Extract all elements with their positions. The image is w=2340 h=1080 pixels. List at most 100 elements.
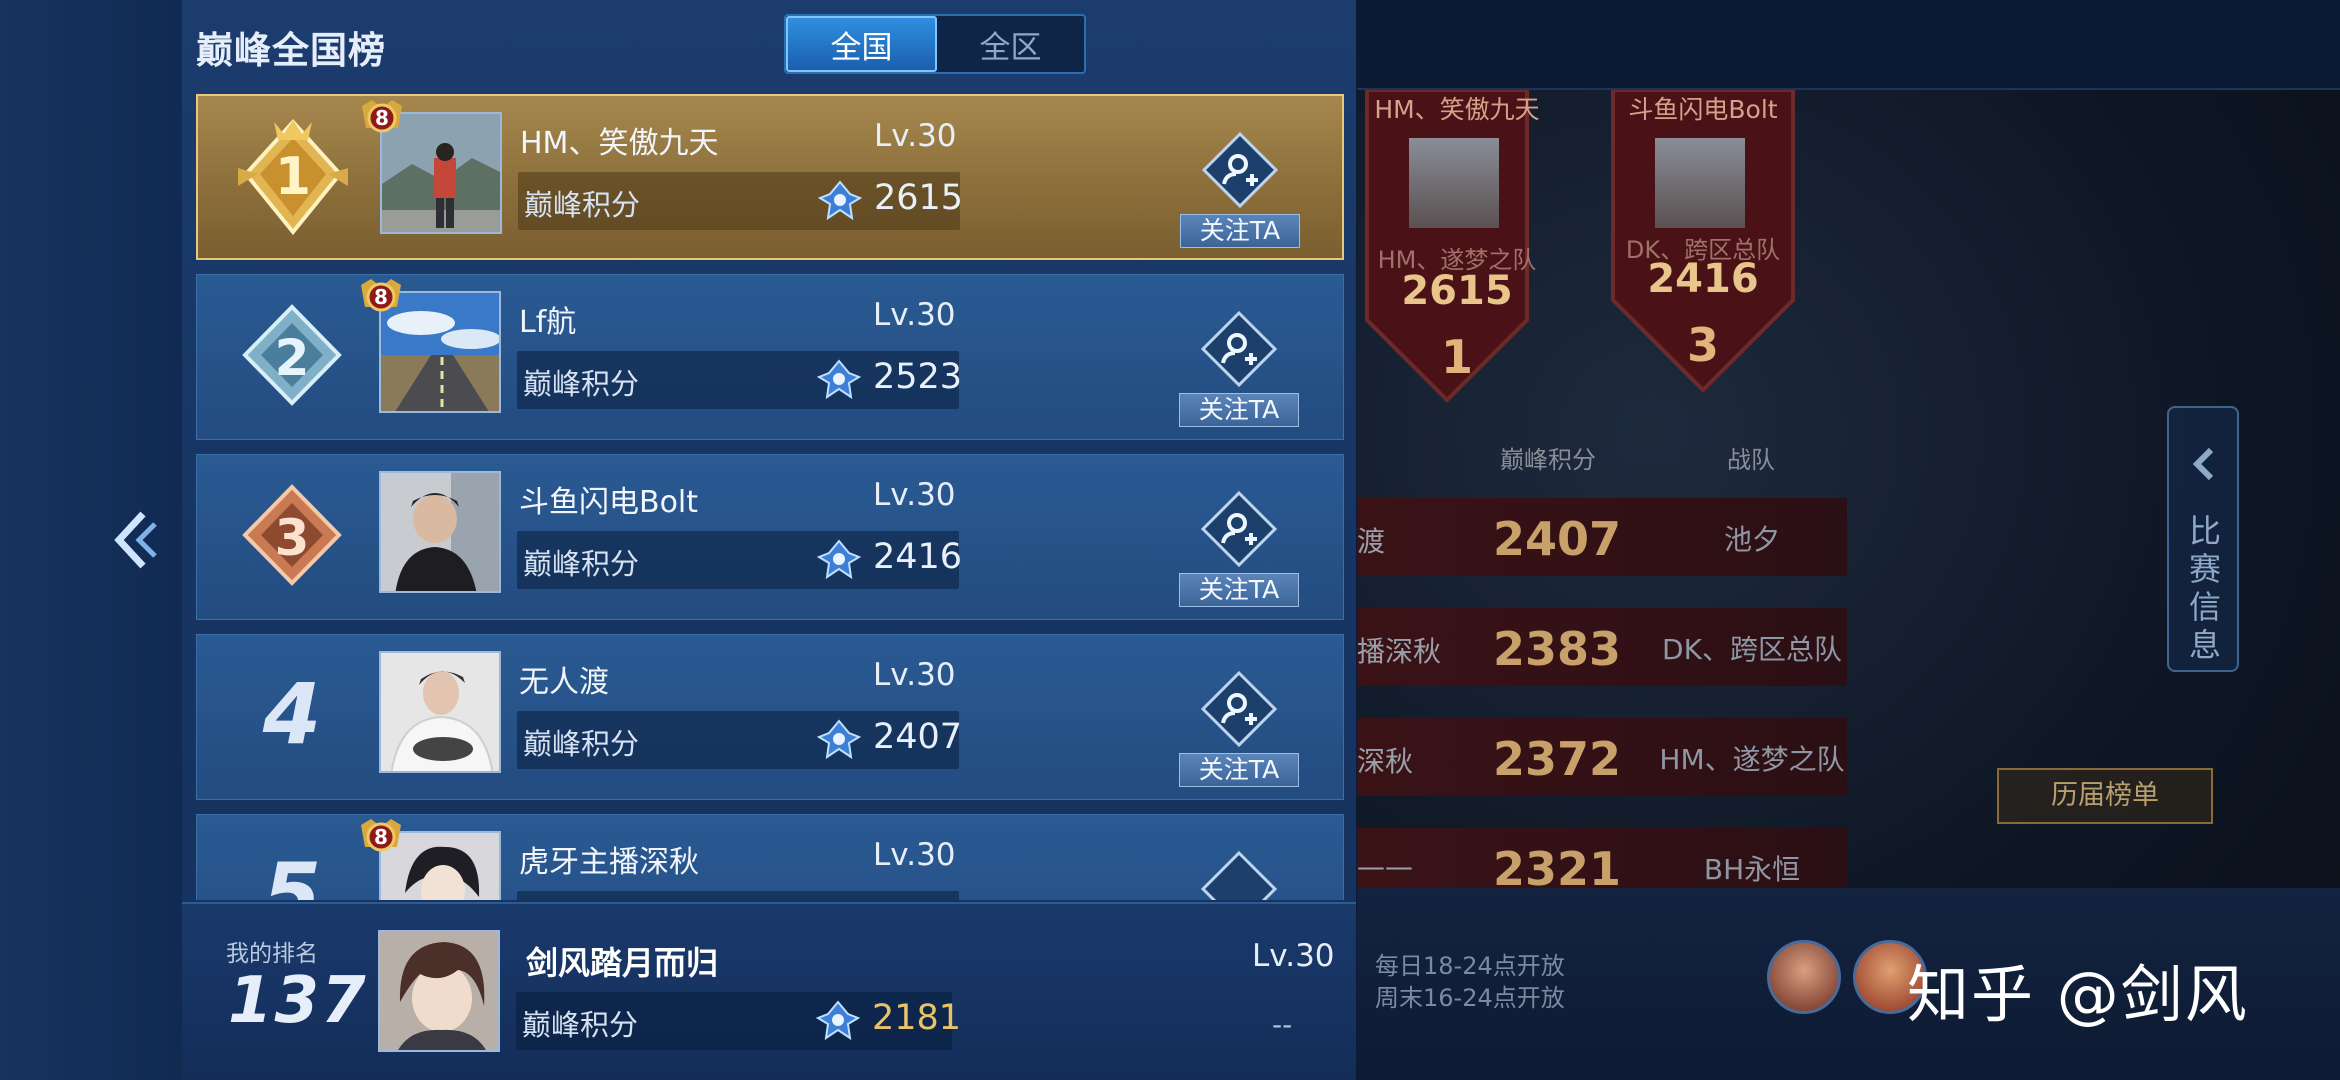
- bg-header-team: 战队: [1727, 446, 1775, 474]
- score-value: 2416: [873, 537, 963, 577]
- player-name: 虎牙主播深秋: [519, 845, 699, 880]
- banner-rank: 1: [1440, 330, 1473, 384]
- hero-avatar-icon[interactable]: [1767, 940, 1841, 1014]
- bg-header-score: 巅峰积分: [1500, 446, 1596, 474]
- bg-team: HM、遂梦之队: [1659, 743, 1845, 776]
- follow-label: 关注TA: [1180, 214, 1300, 248]
- my-rank-number: 137: [228, 964, 368, 1038]
- peak-star-icon: [818, 180, 862, 221]
- rank-badge-number: 1: [275, 147, 311, 207]
- bg-team: BH永恒: [1703, 853, 1801, 886]
- banner-score: 2416: [1647, 256, 1759, 302]
- follow-button[interactable]: 关注TA: [1179, 311, 1299, 441]
- bg-score: 2372: [1493, 732, 1622, 786]
- rank-number: 5: [262, 845, 322, 900]
- player-level: Lv.30: [874, 118, 957, 154]
- panel-title: 巅峰全国榜: [196, 29, 386, 72]
- peak-star-icon: [816, 1000, 860, 1041]
- tab-national[interactable]: 全国: [786, 16, 937, 72]
- score-box: 巅峰积分 2523: [517, 351, 962, 409]
- follow-add-user-icon: [1202, 132, 1278, 208]
- player-name: 无人渡: [519, 665, 609, 700]
- back-arrow-button[interactable]: [110, 505, 160, 575]
- match-info-tab[interactable]: 比赛信息: [2167, 406, 2239, 672]
- rank-number: 4: [262, 665, 322, 763]
- ranking-row[interactable]: 2 8 Lf航 Lv.30 巅峰积分 2523 关注TA: [196, 274, 1344, 440]
- level-chip-icon: 8: [357, 277, 405, 317]
- my-player-name: 剑风踏月而归: [526, 944, 719, 982]
- rank-badge-number: 3: [275, 509, 310, 567]
- banner-photo: [1409, 138, 1499, 228]
- peak-star-icon: [817, 539, 861, 580]
- bg-name: 深秋: [1357, 745, 1414, 778]
- follow-add-user-icon: [1201, 491, 1277, 567]
- my-score-box: 巅峰积分 2181: [516, 992, 961, 1050]
- bg-row: 播深秋 2383 DK、跨区总队: [1357, 608, 1847, 686]
- score-label: 巅峰积分: [524, 188, 641, 222]
- background-leaderboard: HM、笑傲九天 HM、遂梦之队 2615 1 斗鱼闪电Bolt DK、跨区总队 …: [1357, 0, 2340, 1080]
- follow-label: 关注TA: [1179, 393, 1299, 427]
- ranking-row[interactable]: 3 斗鱼闪电Bolt Lv.30 巅峰积分 2416 关注TA: [196, 454, 1344, 620]
- score-label: 巅峰积分: [522, 1008, 639, 1042]
- my-score-value: 2181: [872, 998, 962, 1038]
- score-label: 巅峰积分: [523, 727, 640, 761]
- follow-button[interactable]: 关注TA: [1179, 671, 1299, 801]
- bg-score: 2321: [1493, 842, 1622, 888]
- open-time-weekend: 周末16-24点开放: [1375, 984, 1565, 1012]
- avatar[interactable]: [379, 651, 501, 773]
- player-name: HM、笑傲九天: [520, 126, 719, 161]
- level-chip-icon: 8: [358, 98, 406, 138]
- bronze-rank-badge-icon: 3: [227, 473, 357, 603]
- bg-row: 深秋 2372 HM、遂梦之队: [1357, 718, 1847, 796]
- ranking-row[interactable]: 5 8 虎牙主播深秋 Lv.30: [196, 814, 1344, 900]
- scope-tabs: 全国 全区: [784, 14, 1086, 74]
- banner-rank: 3: [1686, 318, 1719, 372]
- ranking-list[interactable]: 1 8 HM、笑傲九天 Lv.30 巅峰积分 2615 关注TA 2 8 Lf航…: [196, 92, 1344, 900]
- score-box: 巅峰积分 2416: [517, 531, 963, 589]
- player-level: Lv.30: [873, 837, 956, 873]
- my-player-level: Lv.30: [1252, 938, 1335, 974]
- chevron-left-icon: [114, 511, 157, 569]
- score-box: 巅峰积分 2615: [518, 172, 964, 230]
- top-banner: 斗鱼闪电Bolt DK、跨区总队 2416 3: [1603, 90, 1803, 420]
- score-value: 2407: [873, 717, 963, 757]
- follow-button[interactable]: [1179, 851, 1299, 900]
- bg-score: 2407: [1493, 512, 1622, 566]
- bg-row: 渡 2407 池夕: [1357, 498, 1847, 576]
- follow-add-user-icon: [1201, 671, 1277, 747]
- my-rank-bar: 我的排名 137 剑风踏月而归 Lv.30 巅峰积分 2181 --: [182, 902, 1356, 1080]
- match-info-label: 比赛信息: [2188, 512, 2221, 664]
- score-value: 2615: [874, 178, 964, 218]
- level-chip-number: 8: [374, 285, 388, 309]
- peak-star-icon: [817, 719, 861, 760]
- peak-star-icon: [817, 359, 861, 400]
- ranking-row[interactable]: 1 8 HM、笑傲九天 Lv.30 巅峰积分 2615 关注TA: [196, 94, 1344, 260]
- avatar[interactable]: [379, 471, 501, 593]
- gold-rank-badge-icon: 1: [228, 114, 358, 244]
- top-banner: HM、笑傲九天 HM、遂梦之队 2615 1: [1357, 90, 1557, 420]
- banner-player-name: 斗鱼闪电Bolt: [1628, 95, 1778, 124]
- level-chip-icon: 8: [357, 817, 405, 857]
- follow-button[interactable]: 关注TA: [1179, 491, 1299, 621]
- level-chip-number: 8: [374, 825, 388, 849]
- my-team-placeholder: --: [1272, 1008, 1293, 1041]
- bg-name: 播深秋: [1357, 635, 1442, 668]
- bg-score: 2383: [1493, 622, 1622, 676]
- open-time-daily: 每日18-24点开放: [1375, 952, 1565, 980]
- bg-team: DK、跨区总队: [1662, 633, 1842, 666]
- ranking-row[interactable]: 4 无人渡 Lv.30 巅峰积分 2407 关注TA: [196, 634, 1344, 800]
- player-name: Lf航: [519, 305, 577, 340]
- banner-photo: [1655, 138, 1745, 228]
- my-rank-label: 我的排名: [226, 941, 318, 967]
- my-avatar[interactable]: [378, 930, 500, 1052]
- history-ranking-button[interactable]: 历届榜单: [1997, 768, 2213, 824]
- game-screen: 巅峰全国榜 全国 全区 1 8 HM、笑傲九天 Lv.30 巅峰积分 2615 …: [0, 0, 2340, 1080]
- player-name: 斗鱼闪电Bolt: [519, 485, 699, 520]
- player-level: Lv.30: [873, 657, 956, 693]
- follow-button[interactable]: 关注TA: [1180, 132, 1300, 262]
- tab-region[interactable]: 全区: [937, 16, 1084, 72]
- bg-row: —— 2321 BH永恒: [1357, 828, 1847, 888]
- open-time: 每日18-24点开放 周末16-24点开放: [1375, 950, 1565, 1014]
- score-box: [517, 891, 959, 900]
- score-box: 巅峰积分 2407: [517, 711, 963, 769]
